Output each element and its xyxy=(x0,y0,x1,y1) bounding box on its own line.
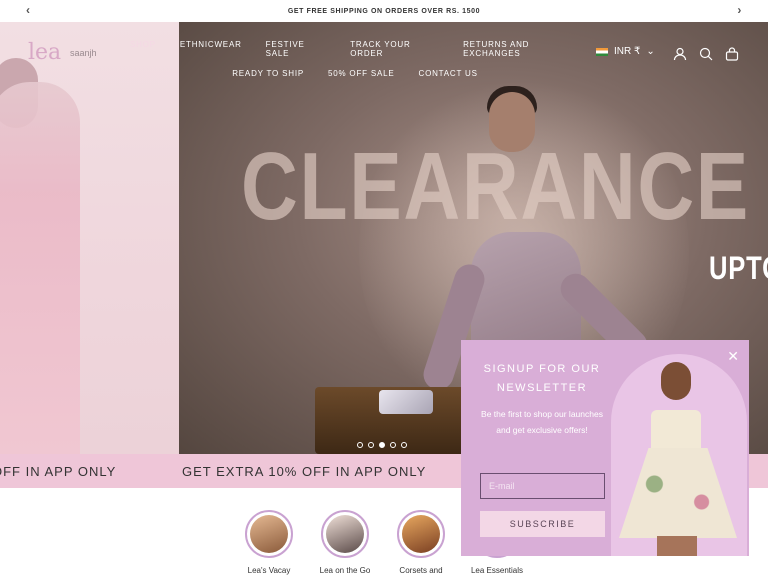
category-item[interactable]: Lea on the Go xyxy=(316,510,374,575)
carousel-dots[interactable] xyxy=(357,442,407,448)
marquee-item: OFF IN APP ONLY xyxy=(0,463,117,479)
marquee-item: GET EXTRA 10% OFF IN APP ONLY xyxy=(182,463,427,479)
subscribe-button[interactable]: SUBSCRIBE xyxy=(480,511,605,537)
menu-item-ethnicwear[interactable]: ETHNICWEAR xyxy=(180,40,242,58)
menu-item-shop[interactable]: SHOP xyxy=(130,40,156,58)
category-thumbnail xyxy=(397,510,445,558)
chevron-right-icon[interactable]: › xyxy=(737,3,742,17)
model-dress-image xyxy=(0,82,80,454)
user-icon[interactable] xyxy=(673,47,687,61)
carousel-dot[interactable] xyxy=(390,442,396,448)
category-item[interactable]: Lea's Vacay xyxy=(240,510,298,575)
close-icon[interactable]: ✕ xyxy=(727,348,739,365)
announcement-text: GET FREE SHIPPING ON ORDERS OVER RS. 150… xyxy=(287,7,481,15)
menu-item-contact[interactable]: CONTACT US xyxy=(419,69,478,78)
main-menu: SHOP ETHNICWEAR FESTIVE SALE TRACK YOUR … xyxy=(130,40,580,78)
popup-title: SIGNUP FOR OUR NEWSLETTER xyxy=(483,363,601,394)
lea-logo[interactable]: lea xyxy=(28,40,61,65)
carousel-dot-active[interactable] xyxy=(379,442,385,448)
currency-label: INR ₹ xyxy=(614,46,641,57)
search-icon[interactable] xyxy=(699,47,713,61)
announcement-bar: ‹ GET FREE SHIPPING ON ORDERS OVER RS. 1… xyxy=(0,0,768,22)
menu-item-festive-sale[interactable]: FESTIVE SALE xyxy=(266,40,327,58)
india-flag-icon xyxy=(596,47,608,56)
category-label: Corsets and xyxy=(399,566,443,575)
category-label: Lea Essentials xyxy=(470,566,524,575)
model-legs xyxy=(657,536,697,556)
bag-icon[interactable] xyxy=(725,47,739,61)
currency-selector[interactable]: INR ₹ ⌄ xyxy=(596,46,655,57)
category-label: Lea's Vacay xyxy=(247,566,291,575)
category-thumbnail xyxy=(245,510,293,558)
chevron-down-icon: ⌄ xyxy=(646,46,655,57)
newsletter-popup: ✕ SIGNUP FOR OUR NEWSLETTER Be the first… xyxy=(461,340,749,556)
category-item[interactable]: Corsets and xyxy=(392,510,450,575)
chevron-left-icon[interactable]: ‹ xyxy=(26,3,31,17)
saanjh-logo[interactable]: saanjh xyxy=(70,48,97,58)
site-header: lea saanjh SHOP ETHNICWEAR FESTIVE SALE … xyxy=(0,22,768,86)
carousel-dot[interactable] xyxy=(368,442,374,448)
menu-item-returns[interactable]: RETURNS AND EXCHANGES xyxy=(463,40,580,58)
menu-item-track-order[interactable]: TRACK YOUR ORDER xyxy=(350,40,439,58)
model-image xyxy=(661,362,691,400)
category-thumbnail xyxy=(321,510,369,558)
dress-bodice xyxy=(651,410,701,450)
hero-subtext: UPTO xyxy=(709,250,768,286)
carousel-dot[interactable] xyxy=(357,442,363,448)
model-head xyxy=(489,92,535,152)
category-label: Lea on the Go xyxy=(319,566,371,575)
sparkle-clutch xyxy=(379,390,433,414)
previous-slide xyxy=(0,22,179,454)
carousel-dot[interactable] xyxy=(401,442,407,448)
menu-item-50-off-sale[interactable]: 50% OFF SALE xyxy=(328,69,395,78)
popup-description: Be the first to shop our launches and ge… xyxy=(481,409,603,435)
menu-item-ready-to-ship[interactable]: READY TO SHIP xyxy=(232,69,304,78)
email-field[interactable] xyxy=(480,473,605,499)
